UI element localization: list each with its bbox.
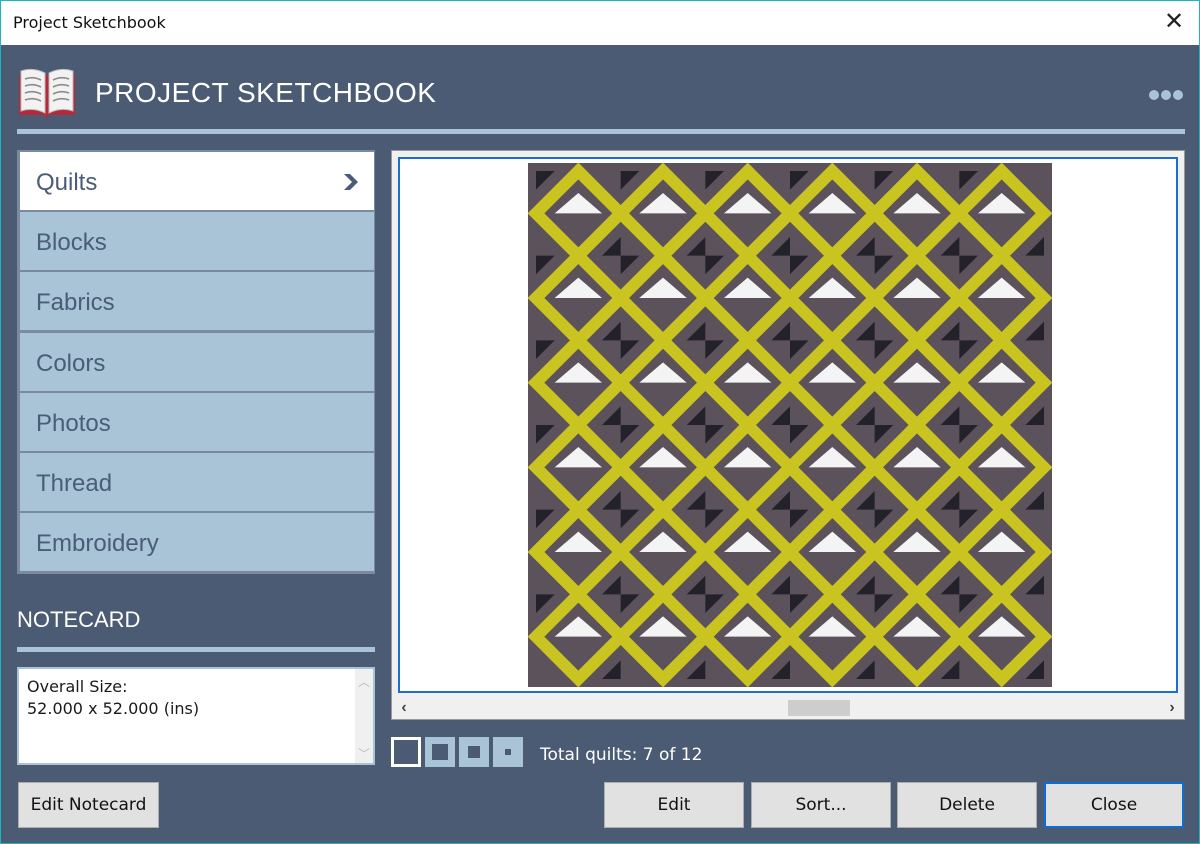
open-book-icon	[19, 68, 75, 119]
preview-horizontal-scrollbar[interactable]: ‹ ›	[392, 697, 1184, 719]
scroll-down-icon[interactable]: ﹀	[358, 745, 370, 761]
chevron-right-icon	[344, 174, 358, 190]
scroll-left-icon[interactable]: ‹	[396, 699, 412, 717]
nav-item-label: Colors	[36, 349, 106, 377]
nav-item-label: Fabrics	[36, 289, 115, 317]
nav-item-label: Thread	[36, 470, 113, 497]
app-title: PROJECT SKETCHBOOK	[95, 77, 437, 108]
nav-item-thread[interactable]: Thread	[20, 453, 374, 511]
nav-item-colors[interactable]: Colors	[20, 332, 374, 391]
view-size-tiny-button[interactable]	[493, 737, 523, 767]
window-title: Project Sketchbook	[13, 13, 166, 32]
nav-item-embroidery[interactable]: Embroidery	[20, 513, 374, 572]
header-divider	[17, 129, 1185, 134]
nav-item-fabrics[interactable]: Fabrics	[20, 272, 374, 331]
notecard-scrollbar[interactable]: ︿ ﹀	[355, 669, 373, 763]
nav-item-quilts[interactable]: Quilts	[20, 152, 374, 210]
more-options-icon[interactable]	[1149, 87, 1185, 100]
edit-button[interactable]: Edit	[604, 782, 744, 828]
nav-item-label: Embroidery	[36, 530, 159, 558]
window-close-icon[interactable]: ✕	[1161, 9, 1187, 35]
app-header: PROJECT SKETCHBOOK	[17, 65, 1185, 131]
close-button[interactable]: Close	[1044, 782, 1184, 828]
total-quilts-count: Total quilts: 7 of 12	[540, 745, 703, 765]
scroll-right-icon[interactable]: ›	[1164, 699, 1180, 717]
quilt-preview-canvas[interactable]	[398, 157, 1178, 693]
project-sketchbook-window: Project Sketchbook ✕ PROJECT SKETCHBOOK …	[0, 0, 1200, 844]
title-bar: Project Sketchbook ✕	[1, 1, 1199, 45]
quilt-preview-pane: ‹ ›	[391, 150, 1185, 720]
view-size-large-button[interactable]	[391, 737, 421, 767]
delete-button[interactable]: Delete	[897, 782, 1037, 828]
category-nav: Quilts Blocks Fabrics Colors Photos Thread Emb…	[17, 150, 375, 574]
nav-item-label: Blocks	[36, 229, 107, 257]
edit-notecard-button[interactable]: Edit Notecard	[18, 782, 159, 828]
nav-item-label: Quilts	[36, 169, 98, 196]
quilt-preview-image	[528, 163, 1052, 687]
scrollbar-thumb[interactable]	[788, 700, 850, 716]
sort-button[interactable]: Sort...	[751, 782, 891, 828]
view-size-small-button[interactable]	[459, 737, 489, 767]
nav-item-photos[interactable]: Photos	[20, 392, 374, 451]
notecard-text: Overall Size: 52.000 x 52.000 (ins)	[27, 677, 200, 718]
notecard-heading: NOTECARD	[17, 607, 141, 632]
view-size-medium-button[interactable]	[425, 737, 455, 767]
nav-item-label: Photos	[36, 409, 111, 437]
notecard-textbox[interactable]: Overall Size: 52.000 x 52.000 (ins) ︿ ﹀	[17, 667, 375, 765]
scroll-up-icon[interactable]: ︿	[358, 673, 370, 689]
notecard-divider	[17, 647, 375, 652]
nav-item-blocks[interactable]: Blocks	[20, 212, 374, 271]
